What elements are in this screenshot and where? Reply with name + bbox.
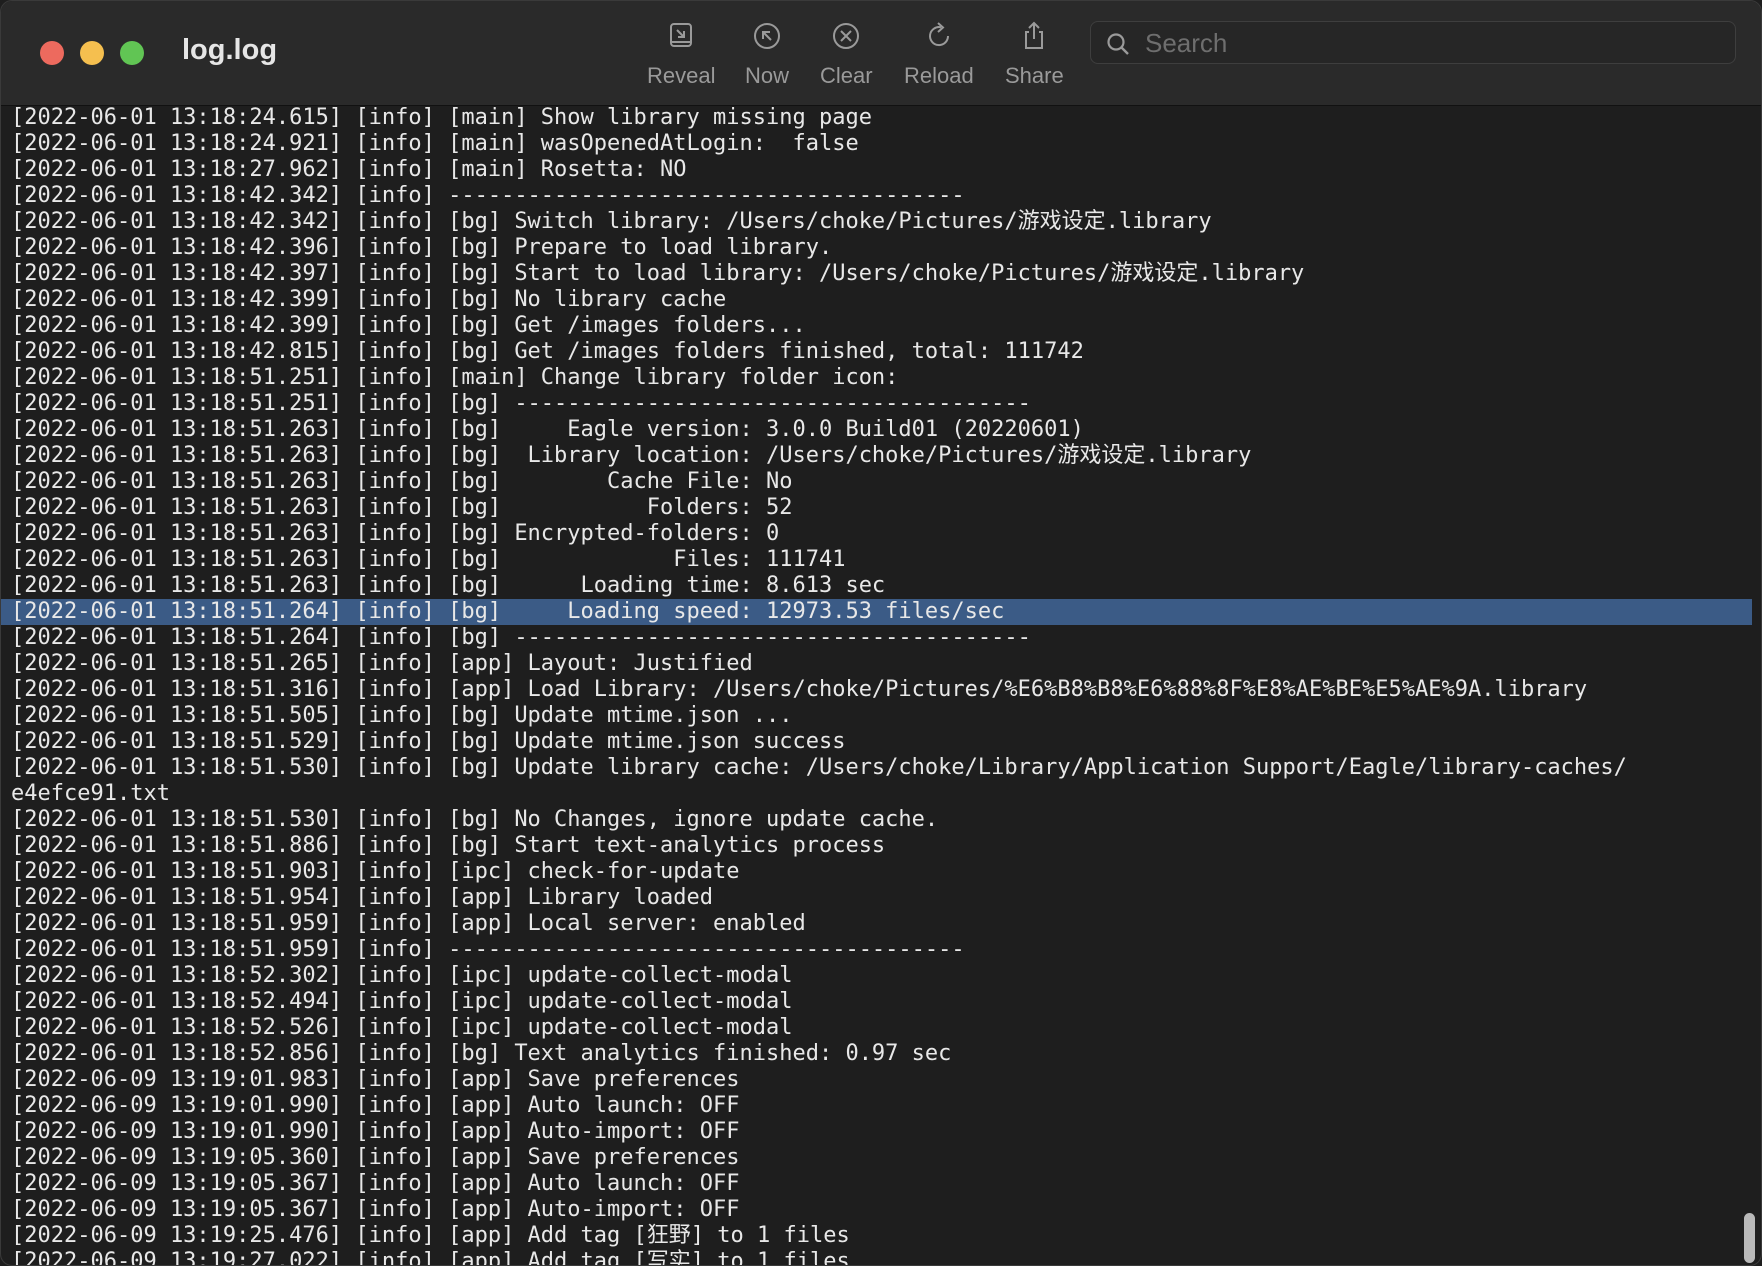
log-line[interactable]: [2022-06-01 13:18:42.399] [info] [bg] Ge… [1, 313, 1752, 339]
search-icon [1107, 33, 1129, 55]
log-line[interactable]: [2022-06-01 13:18:51.263] [info] [bg] Lo… [1, 573, 1752, 599]
log-line[interactable]: [2022-06-01 13:18:51.316] [info] [app] L… [1, 677, 1752, 703]
log-line[interactable]: e4efce91.txt [1, 781, 1752, 807]
clear-label: Clear [820, 63, 873, 88]
clear-icon [833, 23, 860, 49]
log-line[interactable]: [2022-06-01 13:18:51.903] [info] [ipc] c… [1, 859, 1752, 885]
now-button[interactable]: Now [745, 19, 789, 89]
console-window: log.log Reveal Now Clear Reload Share Se… [0, 0, 1762, 1266]
log-content[interactable]: [2022-06-01 13:18:24.615] [info] [main] … [1, 105, 1761, 1265]
share-icon [1025, 21, 1044, 49]
reload-button[interactable]: Reload [904, 19, 974, 89]
log-line[interactable]: [2022-06-01 13:18:52.526] [info] [ipc] u… [1, 1015, 1752, 1041]
share-button[interactable]: Share [1005, 19, 1064, 89]
vertical-scrollbar[interactable] [1744, 1213, 1755, 1263]
log-line[interactable]: [2022-06-09 13:19:05.367] [info] [app] A… [1, 1197, 1752, 1223]
title-bar: log.log Reveal Now Clear Reload Share Se… [1, 1, 1761, 106]
zoom-window-button[interactable] [120, 41, 144, 65]
log-line[interactable]: [2022-06-09 13:19:05.360] [info] [app] S… [1, 1145, 1752, 1171]
log-line[interactable]: [2022-06-01 13:18:42.396] [info] [bg] Pr… [1, 235, 1752, 261]
window-title: log.log [182, 34, 278, 66]
log-line[interactable]: [2022-06-01 13:18:42.342] [info] [bg] Sw… [1, 209, 1752, 235]
log-line[interactable]: [2022-06-01 13:18:52.302] [info] [ipc] u… [1, 963, 1752, 989]
log-line[interactable]: [2022-06-01 13:18:51.886] [info] [bg] St… [1, 833, 1752, 859]
log-line[interactable]: [2022-06-09 13:19:27.022] [info] [app] A… [1, 1249, 1752, 1265]
reveal-icon [670, 23, 693, 47]
log-line[interactable]: [2022-06-01 13:18:24.921] [info] [main] … [1, 131, 1752, 157]
search-input[interactable] [1143, 26, 1707, 61]
log-line[interactable]: [2022-06-01 13:18:51.505] [info] [bg] Up… [1, 703, 1752, 729]
log-line[interactable]: [2022-06-01 13:18:51.263] [info] [bg] Fi… [1, 547, 1752, 573]
share-label: Share [1005, 63, 1064, 88]
log-line[interactable]: [2022-06-01 13:18:51.529] [info] [bg] Up… [1, 729, 1752, 755]
log-line[interactable]: [2022-06-09 13:19:25.476] [info] [app] A… [1, 1223, 1752, 1249]
log-line[interactable]: [2022-06-01 13:18:51.263] [info] [bg] Fo… [1, 495, 1752, 521]
log-line-selected[interactable]: [2022-06-01 13:18:51.264] [info] [bg] Lo… [1, 599, 1752, 625]
log-line[interactable]: [2022-06-01 13:18:51.263] [info] [bg] Ea… [1, 417, 1752, 443]
search-field[interactable] [1090, 21, 1736, 64]
clock-arrow-icon [754, 23, 780, 49]
reload-icon [928, 22, 949, 47]
log-line[interactable]: [2022-06-01 13:18:51.959] [info] [app] L… [1, 911, 1752, 937]
log-line[interactable]: [2022-06-01 13:18:27.962] [info] [main] … [1, 157, 1752, 183]
log-line[interactable]: [2022-06-01 13:18:51.263] [info] [bg] Li… [1, 443, 1752, 469]
log-line[interactable]: [2022-06-09 13:19:05.367] [info] [app] A… [1, 1171, 1752, 1197]
log-line[interactable]: [2022-06-01 13:18:24.615] [info] [main] … [1, 105, 1752, 131]
log-line[interactable]: [2022-06-01 13:18:51.959] [info] -------… [1, 937, 1752, 963]
reload-label: Reload [904, 63, 974, 88]
log-line[interactable]: [2022-06-09 13:19:01.983] [info] [app] S… [1, 1067, 1752, 1093]
clear-button[interactable]: Clear [820, 19, 873, 89]
reveal-label: Reveal [647, 63, 716, 88]
close-window-button[interactable] [40, 41, 64, 65]
minimize-window-button[interactable] [80, 41, 104, 65]
log-line[interactable]: [2022-06-01 13:18:42.815] [info] [bg] Ge… [1, 339, 1752, 365]
log-line[interactable]: [2022-06-01 13:18:51.263] [info] [bg] En… [1, 521, 1752, 547]
log-line[interactable]: [2022-06-01 13:18:52.494] [info] [ipc] u… [1, 989, 1752, 1015]
reveal-button[interactable]: Reveal [647, 19, 715, 89]
log-line[interactable]: [2022-06-01 13:18:42.397] [info] [bg] St… [1, 261, 1752, 287]
log-line[interactable]: [2022-06-01 13:18:52.856] [info] [bg] Te… [1, 1041, 1752, 1067]
log-line[interactable]: [2022-06-01 13:18:51.530] [info] [bg] Up… [1, 755, 1752, 781]
log-line[interactable]: [2022-06-01 13:18:42.342] [info] -------… [1, 183, 1752, 209]
log-line[interactable]: [2022-06-01 13:18:51.265] [info] [app] L… [1, 651, 1752, 677]
log-line[interactable]: [2022-06-01 13:18:51.954] [info] [app] L… [1, 885, 1752, 911]
now-label: Now [745, 63, 790, 88]
log-line[interactable]: [2022-06-09 13:19:01.990] [info] [app] A… [1, 1093, 1752, 1119]
log-line[interactable]: [2022-06-01 13:18:51.530] [info] [bg] No… [1, 807, 1752, 833]
log-line[interactable]: [2022-06-09 13:19:01.990] [info] [app] A… [1, 1119, 1752, 1145]
log-line[interactable]: [2022-06-01 13:18:51.263] [info] [bg] Ca… [1, 469, 1752, 495]
log-line[interactable]: [2022-06-01 13:18:42.399] [info] [bg] No… [1, 287, 1752, 313]
log-line[interactable]: [2022-06-01 13:18:51.251] [info] [bg] --… [1, 391, 1752, 417]
log-line[interactable]: [2022-06-01 13:18:51.251] [info] [main] … [1, 365, 1752, 391]
log-line[interactable]: [2022-06-01 13:18:51.264] [info] [bg] --… [1, 625, 1752, 651]
